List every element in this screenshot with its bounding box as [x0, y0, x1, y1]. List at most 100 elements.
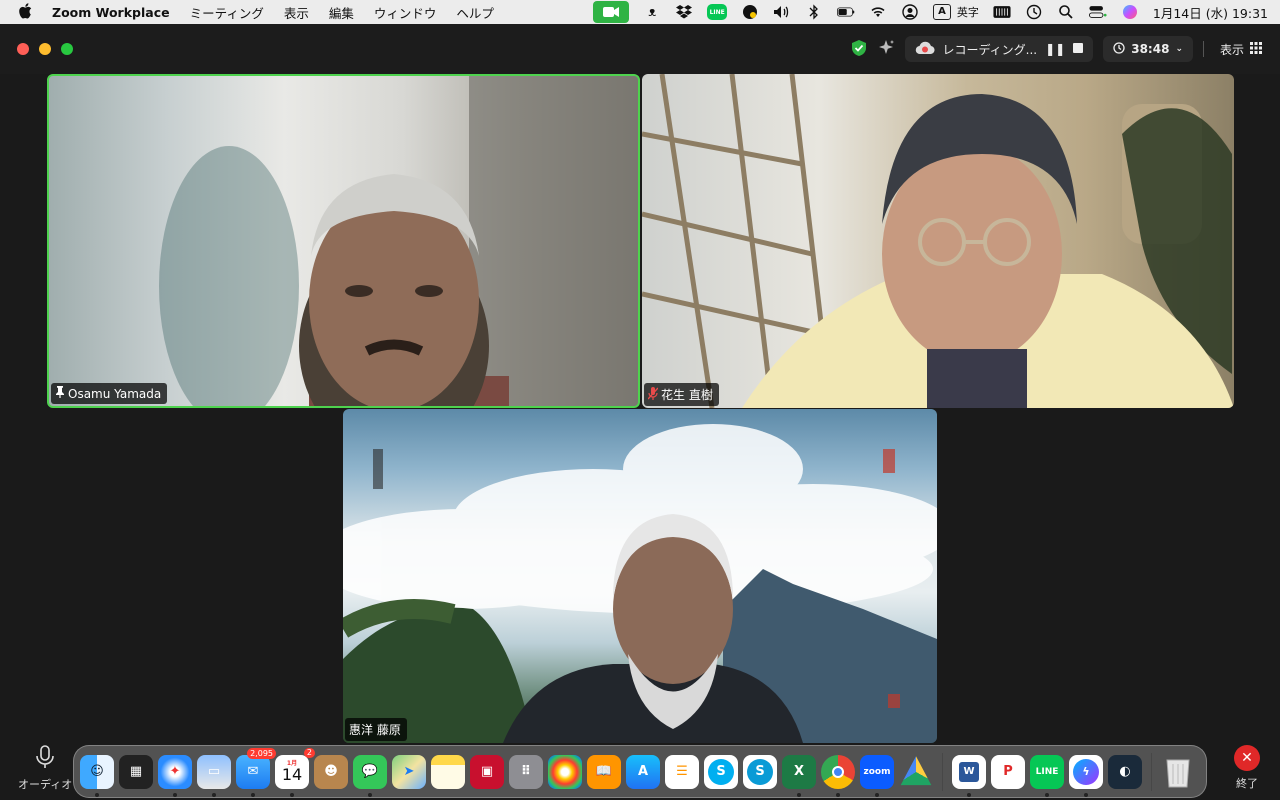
messenger-icon[interactable]: ϟ: [1069, 754, 1103, 797]
recording-label: レコーディング...: [942, 42, 1038, 57]
calendar-icon[interactable]: 1月 14 2: [275, 747, 315, 797]
finder-icon[interactable]: ☺: [80, 754, 114, 797]
reminders-icon[interactable]: ☰: [665, 754, 699, 789]
photo-booth-icon[interactable]: ▣: [470, 754, 504, 789]
input-method-label[interactable]: 英字: [957, 4, 979, 20]
desktop: Zoom Workplace ミーティング 表示 編集 ウィンドウ ヘルプ ᴥ …: [0, 0, 1280, 800]
status-avatar-icon[interactable]: [741, 4, 759, 20]
participant-name-tag: Osamu Yamada: [51, 383, 168, 404]
menubar-clock[interactable]: 1月14日 (水) 19:31: [1153, 3, 1268, 22]
excel-icon[interactable]: X: [782, 754, 816, 797]
app-name-menu[interactable]: Zoom Workplace: [52, 5, 170, 20]
clock-icon: [1113, 41, 1125, 57]
menu-bar: Zoom Workplace ミーティング 表示 編集 ウィンドウ ヘルプ ᴥ …: [0, 0, 1280, 24]
grid-view-icon: [1250, 41, 1262, 57]
line-dock-icon[interactable]: LINE: [1030, 754, 1064, 797]
app-icon[interactable]: ◐: [1108, 754, 1142, 789]
view-button[interactable]: 表示: [1214, 36, 1268, 62]
acrobat-icon[interactable]: P: [991, 754, 1025, 789]
preview-icon[interactable]: ▭: [197, 754, 231, 797]
video-tile-osamu-yamada[interactable]: Osamu Yamada: [47, 74, 640, 408]
end-meeting-control[interactable]: ✕ 終了: [1234, 745, 1260, 791]
mail-badge: 2,095: [247, 747, 276, 759]
chevron-down-icon: ⌄: [1175, 44, 1183, 54]
meeting-timer[interactable]: 38:48 ⌄: [1103, 36, 1193, 62]
books-icon[interactable]: 📖: [587, 754, 621, 789]
contacts-icon[interactable]: ☻: [314, 754, 348, 789]
menu-window[interactable]: ウィンドウ: [374, 3, 437, 22]
line-dock-label: LINE: [1035, 766, 1059, 777]
word-icon[interactable]: W: [952, 754, 986, 797]
drive-icon[interactable]: [900, 756, 932, 786]
participant-name: 花生 直樹: [661, 388, 713, 402]
zoom-dock-icon[interactable]: zoom: [860, 754, 894, 797]
skype-icon[interactable]: S: [704, 754, 738, 789]
dock-separator: [1151, 752, 1152, 791]
user-account-icon[interactable]: [901, 4, 919, 20]
control-center-icon[interactable]: [1088, 4, 1107, 20]
mail-icon[interactable]: ✉ 2,095: [236, 747, 276, 797]
timer-value: 38:48: [1131, 42, 1170, 56]
battery-icon[interactable]: [837, 4, 855, 20]
trash-icon[interactable]: [1161, 755, 1195, 789]
window-close-button[interactable]: [17, 43, 29, 55]
dock-separator: [942, 752, 943, 791]
view-label: 表示: [1219, 42, 1244, 57]
safari-icon[interactable]: ✦: [158, 754, 192, 797]
keyboard-icon[interactable]: [993, 4, 1011, 20]
photos-icon[interactable]: [548, 754, 582, 789]
menu-meeting[interactable]: ミーティング: [190, 3, 264, 22]
participant-name-tag: 惠洋 藤原: [345, 718, 407, 741]
zoom-window-titlebar: レコーディング... ❚❚ 38:48 ⌄ 表示: [0, 24, 1280, 74]
calendar-badge: 2: [303, 747, 315, 758]
messages-icon[interactable]: 💬: [353, 754, 387, 797]
ai-companion-icon[interactable]: [877, 39, 895, 60]
butterfly-icon[interactable]: ᴥ: [643, 4, 661, 20]
pin-icon: [55, 386, 65, 401]
participant-video-2: [642, 74, 1234, 408]
volume-icon[interactable]: [773, 4, 791, 20]
skype-alt-icon[interactable]: S: [743, 754, 777, 789]
cloud-recording-icon: [915, 41, 935, 58]
audio-label: オーディオ: [18, 778, 73, 791]
participant-name-tag: 花生 直樹: [644, 383, 719, 406]
spotlight-search-icon[interactable]: [1057, 4, 1075, 20]
recording-indicator[interactable]: レコーディング... ❚❚: [904, 36, 1094, 62]
chrome-icon[interactable]: [821, 754, 855, 797]
app-store-icon[interactable]: A: [626, 754, 660, 789]
siri-icon[interactable]: [1121, 4, 1139, 20]
input-method-icon[interactable]: A: [933, 4, 951, 20]
titlebar-divider: [1202, 41, 1204, 57]
window-minimize-button[interactable]: [39, 43, 51, 55]
notes-icon[interactable]: [431, 754, 465, 789]
time-machine-icon[interactable]: [1025, 4, 1043, 20]
video-tile-fujiwara[interactable]: 惠洋 藤原: [343, 409, 937, 743]
line-menubar-icon[interactable]: LINE: [707, 4, 728, 20]
microphone-icon: [35, 745, 55, 772]
calendar-day: 14: [281, 764, 303, 784]
participant-video-1: [159, 76, 638, 406]
pause-recording-icon[interactable]: ❚❚: [1045, 42, 1065, 56]
activity-monitor-icon[interactable]: ▦: [119, 754, 153, 789]
bluetooth-icon[interactable]: [805, 4, 823, 20]
audio-control[interactable]: オーディオ: [18, 745, 72, 792]
zoom-camera-status-icon[interactable]: [593, 1, 630, 23]
end-label: 終了: [1236, 777, 1258, 790]
macos-dock: ☺ ▦ ✦ ▭ ✉ 2,095 1月 14 2 ☻ 💬 ➤ ▣ ⠿ 📖 A ☰ S…: [73, 745, 1207, 798]
launchpad-icon[interactable]: ⠿: [509, 754, 543, 789]
wifi-icon[interactable]: [869, 4, 887, 20]
dropbox-icon[interactable]: [675, 4, 693, 20]
stop-recording-icon[interactable]: [1073, 42, 1084, 56]
menu-help[interactable]: ヘルプ: [456, 3, 494, 22]
participant-name: Osamu Yamada: [68, 386, 162, 401]
apple-icon[interactable]: [18, 2, 36, 22]
end-meeting-icon: ✕: [1234, 745, 1260, 771]
menu-edit[interactable]: 編集: [329, 3, 354, 22]
muted-microphone-icon: [647, 386, 659, 403]
participant-video-3-virtual-background: [343, 424, 937, 743]
maps-icon[interactable]: ➤: [392, 754, 426, 789]
encryption-shield-icon[interactable]: [851, 39, 867, 60]
menu-view[interactable]: 表示: [284, 3, 309, 22]
window-fullscreen-button[interactable]: [61, 43, 73, 55]
video-tile-hanao-naoki[interactable]: 花生 直樹: [642, 74, 1234, 408]
